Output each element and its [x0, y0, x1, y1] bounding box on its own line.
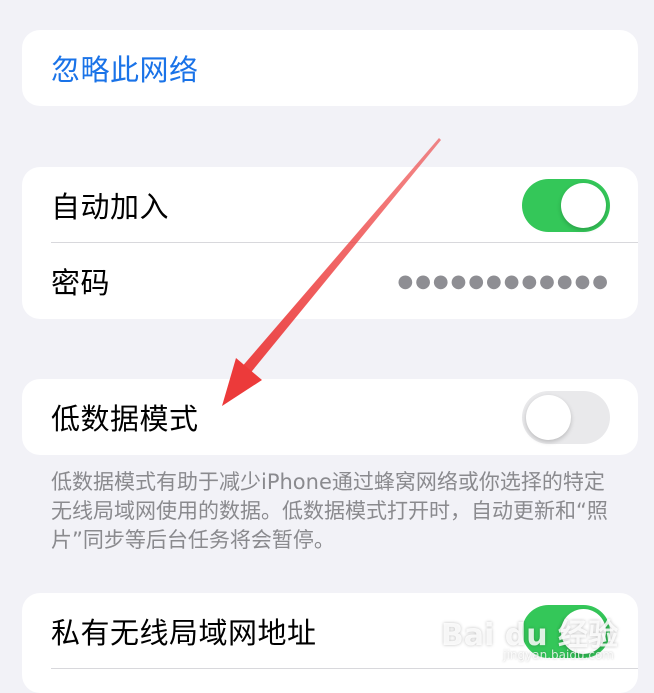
- forget-network-label: 忽略此网络: [51, 53, 199, 87]
- toggle-knob: [561, 182, 606, 228]
- auto-join-toggle[interactable]: [522, 178, 610, 232]
- forget-network-card: 忽略此网络: [22, 30, 638, 106]
- auto-join-row: 自动加入: [22, 167, 638, 243]
- toggle-knob: [526, 394, 571, 440]
- low-data-mode-card: 低数据模式: [22, 379, 638, 455]
- password-value: ●●●●●●●●●●●●: [397, 270, 610, 292]
- forget-network-button[interactable]: 忽略此网络: [22, 30, 638, 106]
- low-data-mode-row: 低数据模式: [22, 379, 638, 455]
- low-data-mode-toggle[interactable]: [522, 390, 610, 444]
- row-divider: [51, 668, 638, 669]
- password-row[interactable]: 密码 ●●●●●●●●●●●●: [22, 243, 638, 319]
- low-data-mode-description: 低数据模式有助于减少iPhone通过蜂窝网络或你选择的特定无线局域网使用的数据。…: [51, 470, 608, 552]
- network-settings-card: 自动加入 密码 ●●●●●●●●●●●●: [22, 167, 638, 319]
- password-label: 密码: [51, 266, 111, 300]
- watermark-url: jingyan.baidu.com: [503, 648, 614, 662]
- low-data-mode-label: 低数据模式: [51, 402, 199, 436]
- auto-join-label: 自动加入: [51, 190, 170, 224]
